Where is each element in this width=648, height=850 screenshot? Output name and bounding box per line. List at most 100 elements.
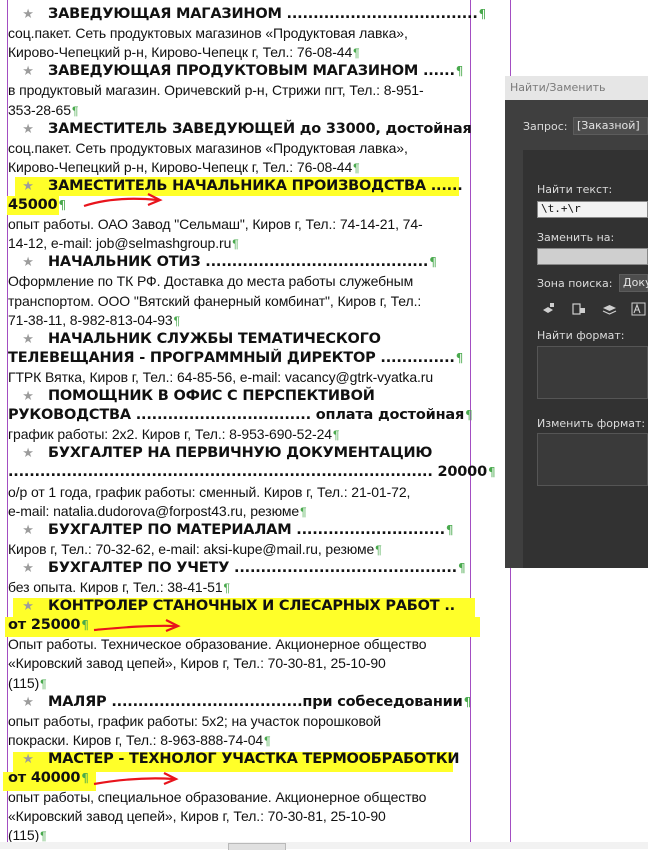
pilcrow-icon: ¶ [465,408,473,423]
line-text: «Кировский завод цепей», Киров г, Тел.: … [8,808,386,825]
line-text: БУХГАЛТЕР ПО УЧЕТУ .....................… [48,559,457,576]
line-text: ........................................… [8,464,487,481]
line-text: ПОМОЩНИК В ОФИС С ПЕРСПЕКТИВОЙ [48,388,375,404]
star-bullet-icon: ★ [22,64,34,80]
find-text-input[interactable]: \t.+\r [537,201,648,218]
vacancy-body-line: Киров г, Тел.: 70-32-62, e-mail: aksi-ku… [8,540,468,559]
pilcrow-icon: ¶ [487,465,496,480]
line-text: Киров г, Тел.: 70-32-62, e-mail: aksi-ku… [8,540,375,557]
line-text: ЗАМЕСТИТЕЛЬ ЗАВЕДУЮЩЕЙ до 33000, достойн… [48,120,472,137]
line-text: НАЧАЛЬНИК СЛУЖБЫ ТЕМАТИЧЕСКОГО [48,330,381,347]
vacancy-body-line: ГТРК Вятка, Киров г, Тел.: 64-85-56, e-m… [8,368,468,387]
vacancy-body-line: опыт работы, специальное образование. Ак… [8,788,468,807]
vacancy-body-line: Кирово-Чепецкий р-н, Кирово-Чепецк г, Те… [8,158,468,177]
line-text: 71-38-11, 8-982-813-04-93 [8,311,173,328]
vacancy-body-line: соц.пакет. Сеть продуктовых магазинов «П… [8,139,468,158]
line-text: соц.пакет. Сеть продуктовых магазинов «П… [8,25,408,42]
vacancy-body-line: 14-12, e-mail: job@selmashgroup.ru¶ [8,234,468,253]
star-bullet-icon: ★ [22,7,34,22]
line-text: опыт работы, специальное образование. Ак… [8,789,427,806]
vacancy-body-line: опыт работы. ОАО Завод "Сельмаш", Киров … [8,215,468,234]
line-text: e-mail: natalia.dudorova@forpost43.ru, р… [8,502,300,519]
vacancy-body-line: график работы: 2х2. Киров г, Тел.: 8-953… [8,425,468,444]
line-text: ЗАВЕДУЮЩАЯ МАГАЗИНОМ ...................… [48,6,478,22]
line-text: опыт работы, график работы: 5х2; на учас… [8,712,382,729]
star-bullet-icon: ★ [22,255,34,271]
line-text: МАСТЕР - ТЕХНОЛОГ УЧАСТКА ТЕРМООБРАБОТКИ [48,750,460,767]
pilcrow-icon: ¶ [300,504,307,519]
replace-input[interactable] [537,248,648,265]
line-text: 14-12, e-mail: job@selmashgroup.ru [8,235,232,252]
find-format-label: Найти формат: [537,329,625,342]
line-text: МАЛЯР ..................................… [48,693,463,710]
vacancy-body-line: (115)¶ [8,674,468,693]
pilcrow-icon: ¶ [455,350,464,365]
line-text: БУХГАЛТЕР НА ПЕРВИЧНУЮ ДОКУМЕНТАЦИЮ [48,445,433,462]
bottom-scrollbar[interactable] [0,842,648,850]
pilcrow-icon: ¶ [375,542,382,557]
vacancy-body-line: Кирово-Чепецкий р-н, Кирово-Чепецк г, Те… [8,43,468,62]
pilcrow-icon: ¶ [71,103,79,118]
annotation-arrow-3 [93,772,179,786]
find-replace-dialog: Найти/Заменить Запрос: [Заказной] Найти … [505,76,648,568]
star-bullet-icon: ★ [22,694,34,710]
dialog-titlebar[interactable]: Найти/Заменить [505,76,648,100]
vacancy-title-line: ТЕЛЕВЕЩАНИЯ - ПРОГРАММНЫЙ ДИРЕКТОР .....… [8,349,468,368]
hidden-layers-icon[interactable] [602,302,617,316]
search-zone-label: Зона поиска: [537,277,613,290]
line-text: ЗАВЕДУЮЩАЯ ПРОДУКТОВЫМ МАГАЗИНОМ ...... [48,63,455,80]
pilcrow-icon: ¶ [58,198,66,212]
line-text: (115) [8,674,40,691]
pilcrow-icon: ¶ [478,7,487,21]
vacancy-body-line: транспортом. ООО "Вятский фанерный комби… [8,292,468,311]
line-text: «Кировский завод цепей», Киров г, Тел.: … [8,655,386,672]
vacancy-title-line: ★ НАЧАЛЬНИК ОТИЗ ........................… [8,253,468,272]
query-dropdown-value: [Заказной] [577,119,640,132]
dialog-title: Найти/Заменить [510,81,606,94]
vacancy-body-line: покраски. Киров г, Тел.: 8-963-888-74-04… [8,731,468,750]
star-bullet-icon: ★ [22,331,34,347]
line-text: 353-28-65 [8,101,71,118]
annotation-arrow-2 [93,619,181,633]
star-bullet-icon: ★ [22,446,34,462]
line-text: БУХГАЛТЕР ПО МАТЕРИАЛАМ ................… [48,521,445,538]
line-text: опыт работы. ОАО Завод "Сельмаш", Киров … [8,216,423,233]
pilcrow-icon: ¶ [463,694,472,709]
query-label: Запрос: [523,120,568,133]
line-text: покраски. Киров г, Тел.: 8-963-888-74-04 [8,731,264,748]
vacancy-title-line: ★ БУХГАЛТЕР ПО МАТЕРИАЛАМ ...............… [8,521,468,540]
search-zone-value: Доку [623,276,648,289]
star-bullet-icon: ★ [22,178,34,194]
find-text-value: \t.+\r [541,202,581,215]
vacancy-title-line: ★ ПОМОЩНИК В ОФИС С ПЕРСПЕКТИВОЙ [8,387,468,406]
vacancy-title-line: ★ ЗАМЕСТИТЕЛЬ ЗАВЕДУЮЩЕЙ до 33000, достой… [8,120,472,139]
vacancy-body-line: в продуктовый магазин. Оричевский р-н, С… [8,81,468,100]
query-dropdown[interactable]: [Заказной] [573,117,648,135]
vacancy-body-line: опыт работы, график работы: 5х2; на учас… [8,712,468,731]
line-text: от 40000 [8,770,81,786]
search-zone-dropdown[interactable]: Доку [619,274,648,292]
star-bullet-icon: ★ [22,599,34,615]
lock-layers-icon[interactable] [541,302,556,316]
vacancy-body-line: соц.пакет. Сеть продуктовых магазинов «П… [8,24,468,43]
pilcrow-icon: ¶ [332,428,340,443]
lock-stories-icon[interactable] [571,302,586,316]
find-format-box[interactable] [537,346,648,399]
star-bullet-icon: ★ [22,389,34,404]
vacancy-title-line: ★ ЗАВЕДУЮЩАЯ МАГАЗИНОМ ..................… [8,5,486,24]
pilcrow-icon: ¶ [353,160,360,175]
line-text: Опыт работы. Техническое образование. Ак… [8,636,427,653]
line-text: от 25000 [8,617,81,634]
pilcrow-icon: ¶ [457,560,466,575]
vacancy-body-line: Оформление по ТК РФ. Доставка до места р… [8,272,468,291]
change-format-box[interactable] [537,433,648,486]
pilcrow-icon: ¶ [445,522,454,537]
vacancy-title-line: ★ КОНТРОЛЕР СТАНОЧНЫХ И СЛЕСАРНЫХ РАБОТ .… [8,597,468,616]
vacancy-body-line: 353-28-65¶ [8,101,468,120]
line-text: о/р от 1 года, график работы: сменный. К… [8,483,411,500]
star-bullet-icon: ★ [22,751,34,767]
vacancy-body-line: e-mail: natalia.dudorova@forpost43.ru, р… [8,502,468,521]
line-text: НАЧАЛЬНИК ОТИЗ .........................… [48,254,429,271]
line-text: график работы: 2х2. Киров г, Тел.: 8-953… [8,426,332,443]
case-sensitive-icon[interactable] [631,302,646,316]
